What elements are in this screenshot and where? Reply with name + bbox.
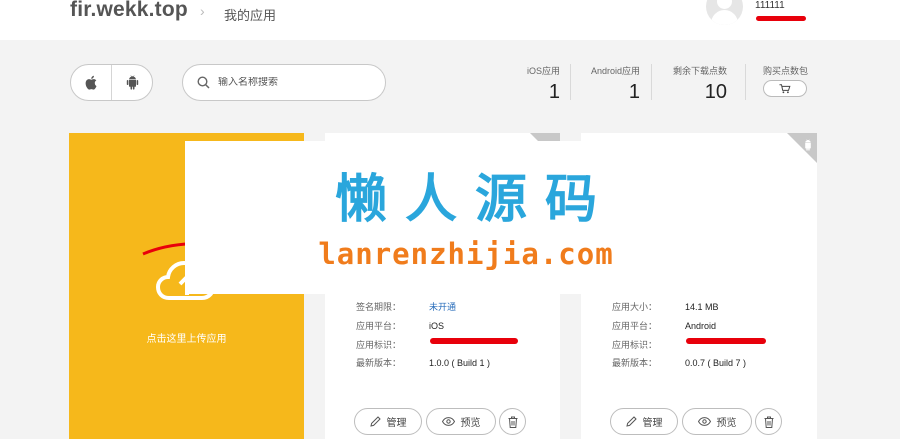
delete-button[interactable] <box>755 408 782 435</box>
cart-icon <box>779 83 791 93</box>
watermark-title: 懒人源码 <box>334 170 615 230</box>
search-box <box>182 64 386 101</box>
app-info-row: 应用标识： <box>356 338 429 351</box>
stat-divider <box>651 64 652 100</box>
top-header: fir.wekk.top › 我的应用 111111 <box>0 0 900 40</box>
filter-ios-button[interactable] <box>71 65 111 100</box>
app-info-row: 应用平台： iOS <box>356 319 444 332</box>
avatar-body-shape <box>711 10 738 25</box>
buy-points-button[interactable] <box>763 80 807 97</box>
redaction-mark <box>686 338 766 344</box>
manage-button[interactable]: 管理 <box>610 408 678 435</box>
stat-download-points: 剩余下载点数 10 <box>673 64 727 104</box>
trash-icon <box>508 416 517 428</box>
watermark-subtitle: lanrenzhijia.com <box>318 237 614 271</box>
manage-button-label: 管理 <box>386 418 407 429</box>
pencil-icon <box>369 416 381 427</box>
app-info-row: 应用标识： <box>612 338 685 351</box>
manage-button[interactable]: 管理 <box>354 408 422 435</box>
stat-ios-apps: iOS应用 1 <box>527 64 560 104</box>
info-value: 1.0.0 ( Build 1 ) <box>429 358 491 368</box>
stat-divider <box>745 64 746 100</box>
info-value: iOS <box>429 321 445 331</box>
stat-label: iOS应用 <box>526 66 560 76</box>
android-badge-icon <box>805 139 811 151</box>
preview-button-label: 预览 <box>460 418 481 429</box>
info-value: 14.1 MB <box>685 302 719 312</box>
stat-buy-points: 购买点数包 <box>763 64 808 77</box>
info-key: 应用大小： <box>612 302 658 312</box>
platform-filter <box>70 64 153 101</box>
info-key: 应用标识： <box>356 340 402 350</box>
user-avatar[interactable] <box>706 0 743 25</box>
trash-icon <box>764 416 773 428</box>
app-info-row: 最新版本： 0.0.7 ( Build 7 ) <box>612 356 746 369</box>
info-key: 应用平台： <box>356 321 402 331</box>
app-info-row: 签名期限： 未开通 <box>356 300 456 313</box>
preview-button-label: 预览 <box>716 418 737 429</box>
stat-value: 1 <box>628 81 640 103</box>
info-value-link[interactable]: 未开通 <box>429 302 456 312</box>
username[interactable]: 111111 <box>755 0 785 11</box>
stat-label: 购买点数包 <box>762 66 808 76</box>
stat-divider <box>570 64 571 100</box>
eye-icon <box>441 417 455 426</box>
delete-button[interactable] <box>499 408 526 435</box>
apple-icon <box>85 75 96 90</box>
search-icon <box>197 76 210 89</box>
redaction-mark <box>756 16 806 21</box>
preview-button[interactable]: 预览 <box>682 408 752 435</box>
info-value: Android <box>685 321 717 331</box>
android-icon <box>126 75 138 90</box>
avatar-head-shape <box>717 0 732 9</box>
app-info-row: 应用大小： 14.1 MB <box>612 300 719 313</box>
info-key: 最新版本： <box>356 358 402 368</box>
stat-android-apps: Android应用 1 <box>591 64 640 104</box>
info-key: 应用平台： <box>612 321 658 331</box>
watermark-overlay: 懒人源码 lanrenzhijia.com <box>185 141 747 294</box>
info-key: 应用标识： <box>612 340 658 350</box>
info-key: 最新版本： <box>612 358 658 368</box>
breadcrumb-separator: › <box>200 3 205 19</box>
app-info-row: 应用平台： Android <box>612 319 716 332</box>
stat-label: 剩余下载点数 <box>672 66 727 76</box>
breadcrumb-current-page: 我的应用 <box>224 8 277 23</box>
search-input[interactable] <box>218 77 368 88</box>
eye-icon <box>697 417 711 426</box>
info-value: 0.0.7 ( Build 7 ) <box>685 358 747 368</box>
info-key: 签名期限： <box>356 302 402 312</box>
stat-value: 10 <box>704 81 727 103</box>
filter-android-button[interactable] <box>111 65 152 100</box>
site-brand[interactable]: fir.wekk.top <box>70 0 188 22</box>
manage-button-label: 管理 <box>642 418 663 429</box>
pencil-icon <box>625 416 637 427</box>
app-info-row: 最新版本： 1.0.0 ( Build 1 ) <box>356 356 490 369</box>
stat-value: 1 <box>548 81 560 103</box>
preview-button[interactable]: 预览 <box>426 408 496 435</box>
upload-app-label[interactable]: 点击这里上传应用 <box>69 330 304 345</box>
redaction-mark <box>430 338 518 344</box>
stat-label: Android应用 <box>590 66 640 76</box>
